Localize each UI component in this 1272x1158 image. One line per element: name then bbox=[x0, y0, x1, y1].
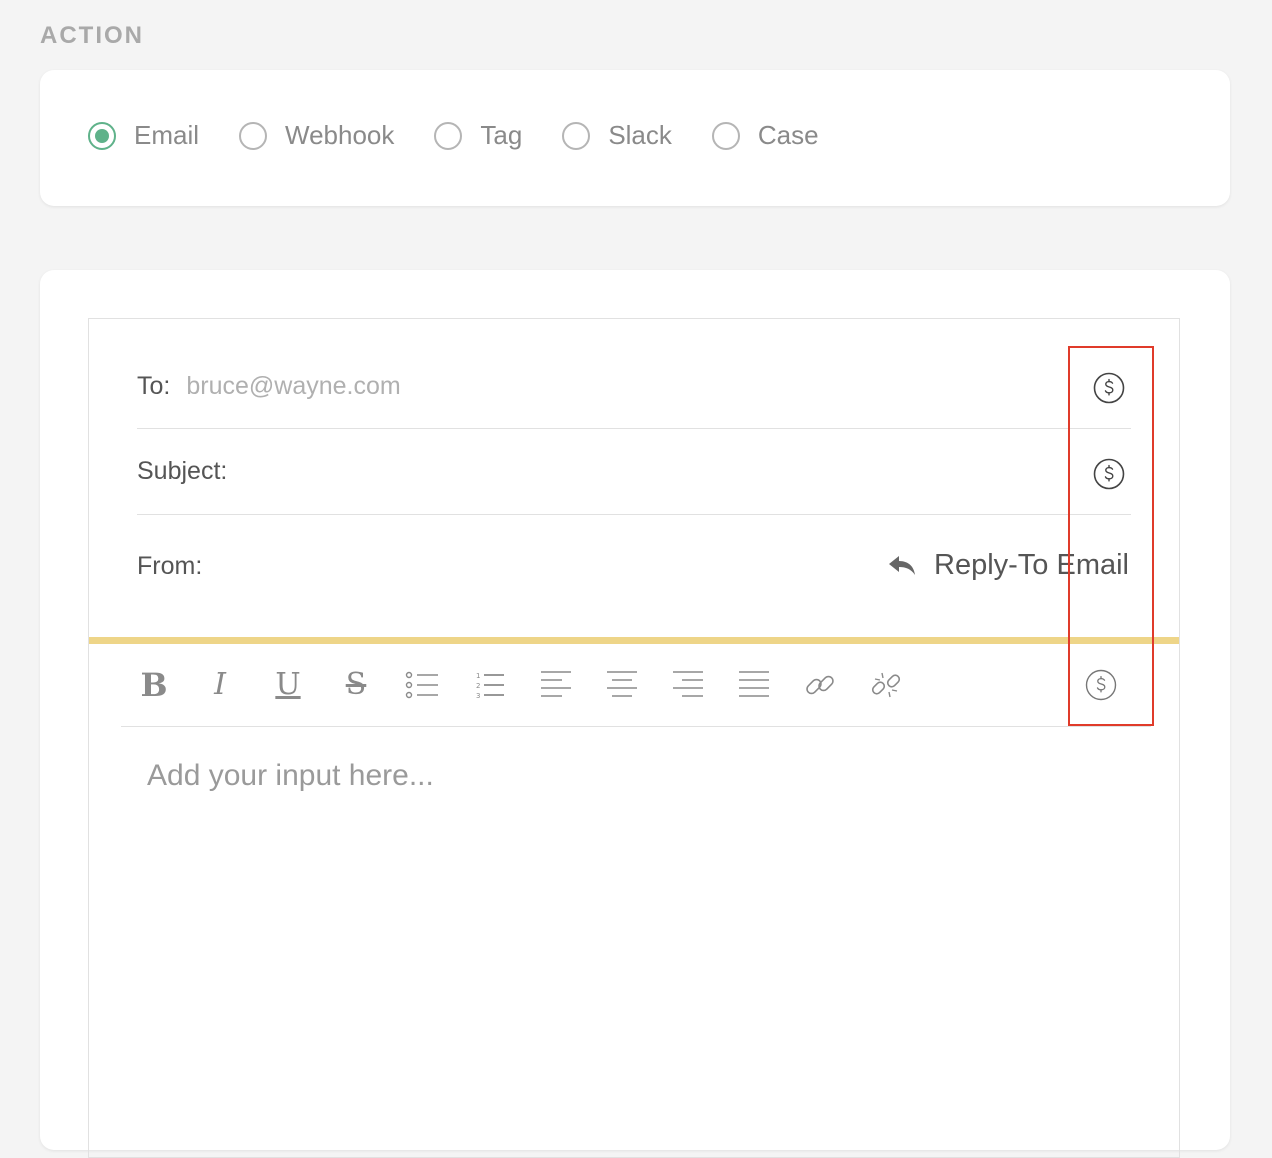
justify-icon bbox=[739, 671, 769, 697]
to-input[interactable] bbox=[186, 372, 1131, 401]
underline-icon: U bbox=[275, 667, 301, 702]
radio-option-webhook[interactable]: Webhook bbox=[239, 120, 394, 151]
radio-button[interactable] bbox=[239, 121, 268, 150]
radio-button[interactable] bbox=[434, 121, 463, 150]
action-type-card: Email Webhook Tag Slack Case bbox=[40, 70, 1230, 206]
unlink-icon bbox=[871, 672, 901, 698]
reply-to-email-button[interactable]: Reply-To Email bbox=[888, 549, 1129, 582]
align-right-button[interactable] bbox=[671, 668, 705, 702]
section-title: ACTION bbox=[40, 22, 144, 49]
align-center-button[interactable] bbox=[605, 668, 639, 702]
link-icon bbox=[806, 675, 834, 695]
radio-option-slack[interactable]: Slack bbox=[562, 120, 672, 151]
numbered-list-icon: 1 2 3 bbox=[476, 672, 504, 700]
svg-text:3: 3 bbox=[476, 692, 480, 700]
bullet-list-icon bbox=[405, 671, 438, 699]
dollar-circle-icon[interactable] bbox=[1093, 372, 1125, 404]
radio-option-email[interactable]: Email bbox=[88, 120, 199, 151]
email-body-input[interactable] bbox=[147, 759, 1127, 1139]
radio-option-case[interactable]: Case bbox=[711, 120, 819, 151]
italic-icon: I bbox=[214, 667, 226, 702]
dollar-circle-icon[interactable] bbox=[1093, 458, 1125, 490]
radio-button-selected[interactable] bbox=[88, 121, 116, 150]
strikethrough-icon: S bbox=[345, 667, 367, 702]
numbered-list-button[interactable]: 1 2 3 bbox=[473, 668, 507, 702]
radio-label: Case bbox=[757, 120, 819, 150]
action-type-radio-group: Email Webhook Tag Slack Case bbox=[88, 120, 859, 151]
svg-text:1: 1 bbox=[476, 672, 480, 680]
align-left-button[interactable] bbox=[539, 668, 573, 702]
radio-button[interactable] bbox=[711, 121, 740, 150]
bold-icon: B bbox=[140, 666, 168, 704]
email-editor-frame: To: Subject: From: R bbox=[88, 318, 1180, 1158]
radio-button[interactable] bbox=[562, 121, 591, 150]
bullet-list-button[interactable] bbox=[405, 668, 439, 702]
from-label: From: bbox=[137, 551, 203, 580]
subject-row: Subject: bbox=[137, 429, 1131, 515]
align-center-icon bbox=[607, 671, 637, 697]
bold-button[interactable]: B bbox=[137, 668, 171, 702]
editor-focus-bar bbox=[89, 637, 1179, 644]
insert-variable-button[interactable] bbox=[1084, 668, 1118, 702]
reply-arrow-icon bbox=[889, 555, 915, 575]
rich-text-toolbar: B I U S 1 2 3 bbox=[121, 644, 1151, 727]
align-left-icon bbox=[541, 671, 571, 697]
svg-text:2: 2 bbox=[476, 682, 480, 690]
subject-label: Subject: bbox=[137, 457, 228, 485]
radio-option-tag[interactable]: Tag bbox=[434, 120, 522, 151]
to-label: To: bbox=[137, 372, 171, 400]
underline-button[interactable]: U bbox=[271, 668, 305, 702]
email-editor-card: To: Subject: From: R bbox=[40, 270, 1230, 1158]
radio-label: Email bbox=[134, 120, 200, 150]
strikethrough-button[interactable]: S bbox=[339, 668, 373, 702]
to-row: To: bbox=[137, 345, 1131, 429]
radio-label: Slack bbox=[608, 120, 672, 150]
unlink-button[interactable] bbox=[869, 668, 903, 702]
align-right-icon bbox=[673, 671, 703, 697]
radio-label: Webhook bbox=[285, 120, 395, 150]
radio-label: Tag bbox=[480, 120, 523, 150]
link-button[interactable] bbox=[803, 668, 837, 702]
subject-input[interactable] bbox=[243, 457, 1131, 486]
dollar-circle-icon bbox=[1085, 669, 1117, 701]
italic-button[interactable]: I bbox=[203, 668, 237, 702]
reply-to-label: Reply-To Email bbox=[934, 549, 1129, 581]
justify-button[interactable] bbox=[737, 668, 771, 702]
